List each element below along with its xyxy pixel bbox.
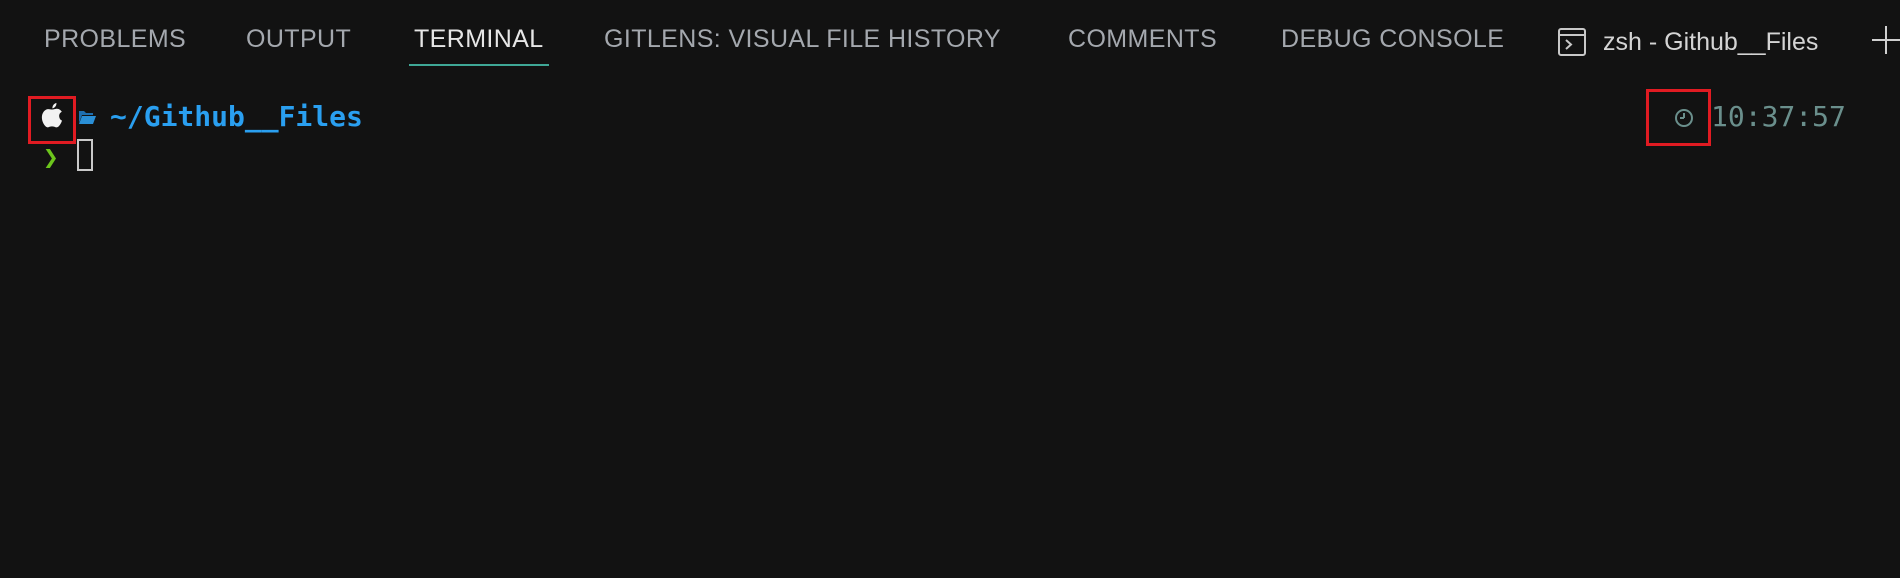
current-directory-path: ~/Github__Files: [110, 100, 363, 133]
vscode-panel: PROBLEMS OUTPUT TERMINAL GITLENS: VISUAL…: [0, 0, 1900, 578]
apple-icon: [41, 102, 63, 128]
terminal-output[interactable]: ~/Github__Files ❯ 10:37:57: [0, 0, 1900, 578]
prompt-time: 10:37:57: [1711, 100, 1846, 133]
terminal-cursor: [77, 139, 93, 171]
clock-icon: [1674, 108, 1694, 128]
folder-open-icon: [78, 109, 96, 125]
prompt-symbol: ❯: [43, 143, 59, 173]
